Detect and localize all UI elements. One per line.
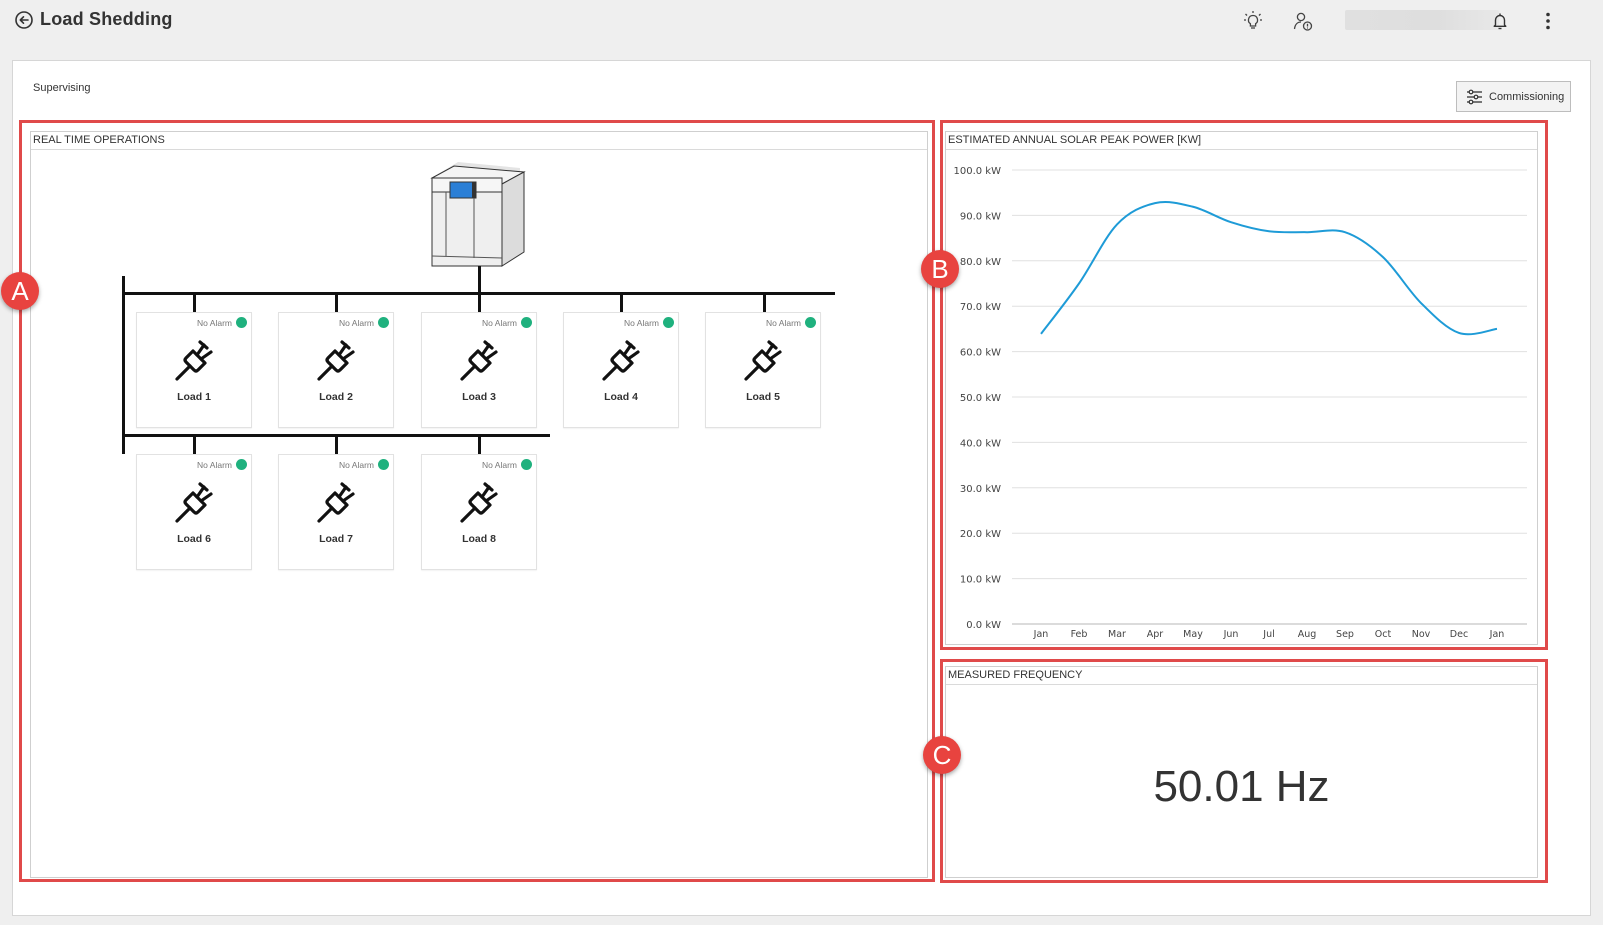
- annotation-badge-b: B: [921, 250, 959, 288]
- x-tick-label: Dec: [1450, 629, 1468, 640]
- annotation-badge-a: A: [1, 272, 39, 310]
- y-tick-label: 60.0 kW: [960, 348, 1001, 359]
- x-tick-label: Feb: [1071, 629, 1088, 640]
- series-line: [1040, 201, 1498, 336]
- x-tick-label: Jan: [1489, 629, 1505, 640]
- x-tick-label: Apr: [1147, 629, 1164, 640]
- y-tick-label: 0.0 kW: [966, 620, 1001, 631]
- frequency-value: 50.01 Hz: [1153, 762, 1330, 811]
- y-tick-label: 100.0 kW: [954, 166, 1002, 177]
- panel-title: MEASURED FREQUENCY: [946, 667, 1537, 685]
- y-tick-label: 80.0 kW: [960, 257, 1001, 268]
- x-tick-label: Sep: [1336, 629, 1354, 640]
- y-tick-label: 40.0 kW: [960, 438, 1001, 449]
- x-tick-label: Oct: [1375, 629, 1392, 640]
- annotation-badge-c: C: [923, 736, 961, 774]
- x-tick-label: Aug: [1298, 629, 1317, 640]
- y-tick-label: 70.0 kW: [960, 302, 1001, 313]
- x-tick-label: May: [1183, 629, 1203, 640]
- x-tick-label: Mar: [1108, 629, 1126, 640]
- x-tick-label: Jul: [1262, 629, 1274, 640]
- y-tick-label: 10.0 kW: [960, 575, 1001, 586]
- y-tick-label: 30.0 kW: [960, 484, 1001, 495]
- x-tick-label: Jun: [1223, 629, 1239, 640]
- x-tick-label: Jan: [1033, 629, 1049, 640]
- y-tick-label: 90.0 kW: [960, 211, 1001, 222]
- measured-frequency-panel: MEASURED FREQUENCY 50.01 Hz: [945, 666, 1538, 878]
- y-tick-label: 50.0 kW: [960, 393, 1001, 404]
- y-tick-label: 20.0 kW: [960, 529, 1001, 540]
- x-tick-label: Nov: [1412, 629, 1431, 640]
